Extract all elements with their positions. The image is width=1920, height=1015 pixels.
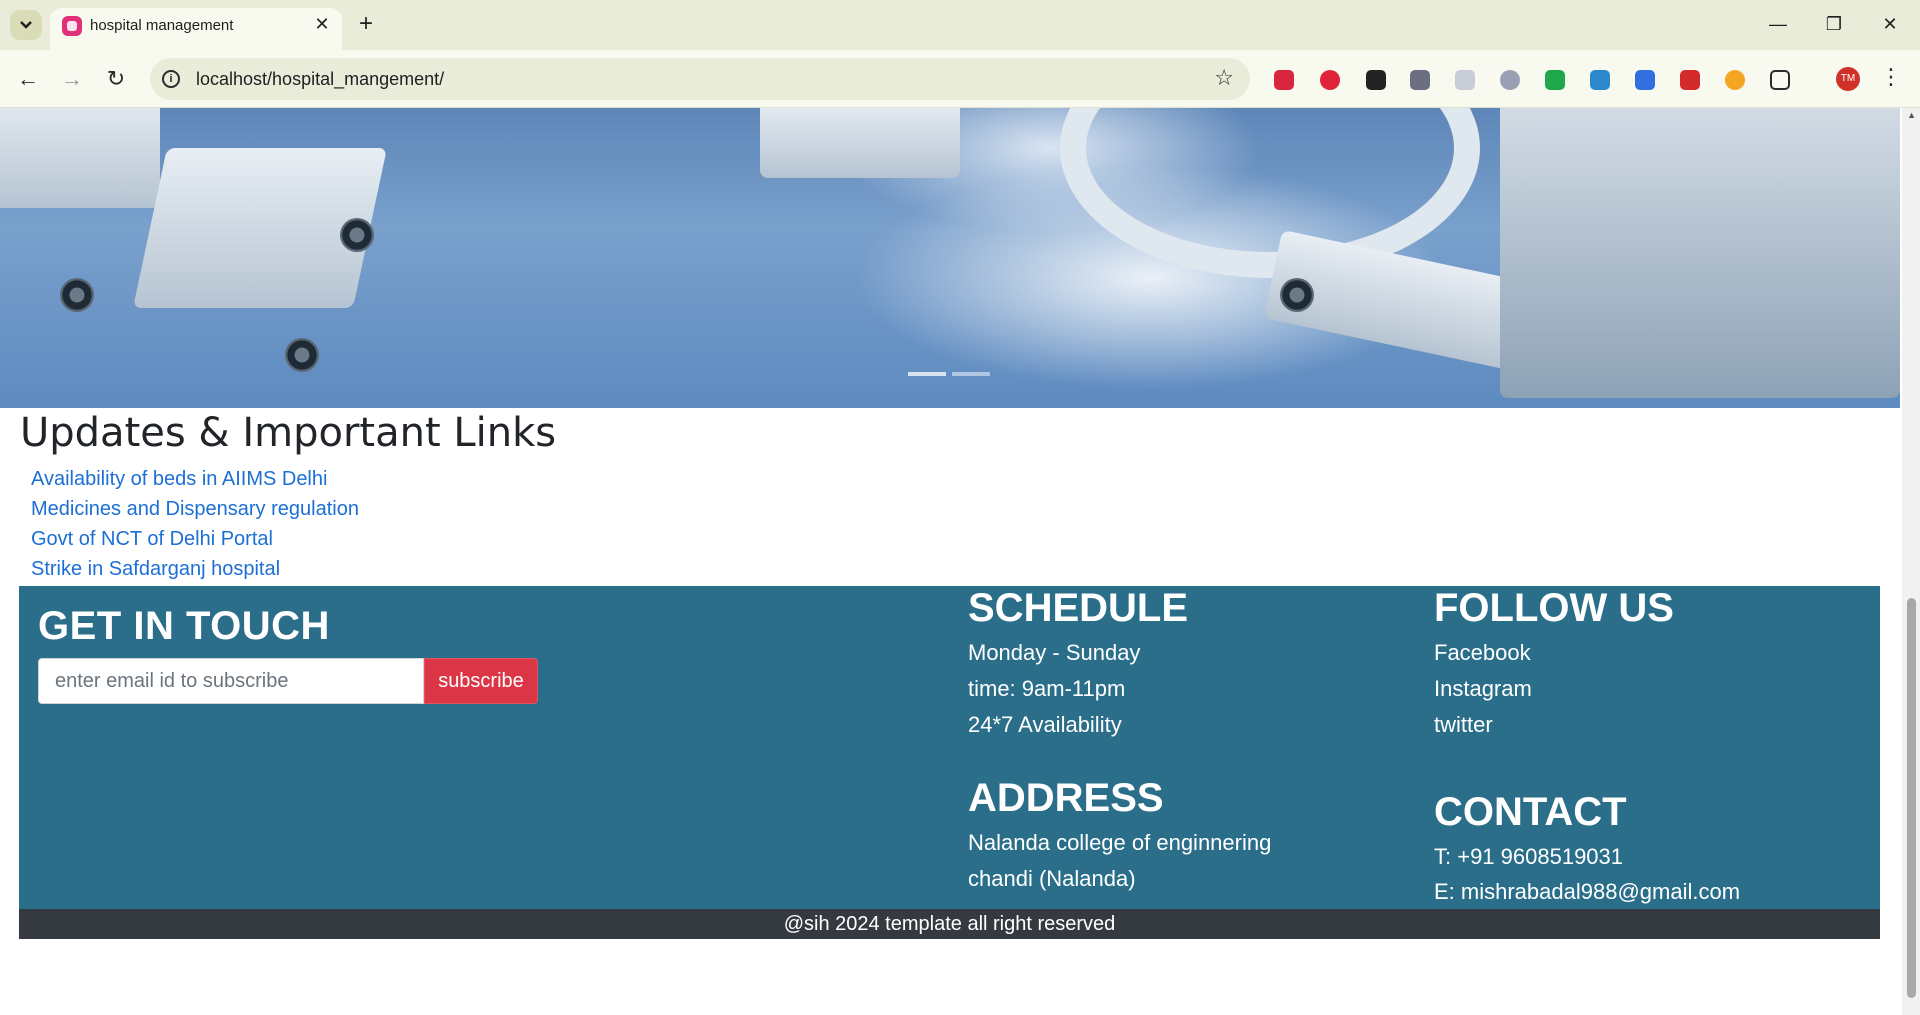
browser-toolbar: ← → ↻ i localhost/hospital_mangement/ ☆ … <box>0 50 1920 108</box>
list-item: Strike in Safdarganj hospital <box>31 558 359 588</box>
new-tab-button[interactable]: + <box>352 10 380 38</box>
follow-us-heading: FOLLOW US <box>1434 586 1674 630</box>
schedule-availability: 24*7 Availability <box>968 712 1122 737</box>
browser-tab[interactable]: hospital management ✕ <box>50 8 342 50</box>
equipment-cart <box>1500 108 1900 398</box>
extension-pdf-icon[interactable] <box>1680 70 1700 90</box>
link-medicines-regulation[interactable]: Medicines and Dispensary regulation <box>31 498 359 520</box>
schedule-days: Monday - Sunday <box>968 640 1141 665</box>
chevron-down-icon <box>20 21 32 29</box>
machine-wheel <box>1280 278 1314 312</box>
site-favicon-icon <box>62 16 82 36</box>
contact-email: E: mishrabadal988@gmail.com <box>1434 879 1741 904</box>
instagram-link[interactable]: Instagram <box>1434 676 1532 702</box>
carousel-indicator-2[interactable] <box>952 372 990 376</box>
extension-sun-icon[interactable] <box>1725 70 1745 90</box>
link-safdarganj-strike[interactable]: Strike in Safdarganj hospital <box>31 558 280 580</box>
tab-title: hospital management <box>90 17 234 34</box>
extension-bluetooth-icon[interactable] <box>1410 70 1430 90</box>
address-heading: ADDRESS <box>968 776 1164 820</box>
browser-menu-icon[interactable]: ⋮ <box>1880 64 1902 90</box>
extension-eyedropper-icon[interactable] <box>1366 70 1386 90</box>
contact-heading: CONTACT <box>1434 790 1627 834</box>
subscribe-email-input[interactable] <box>38 658 424 704</box>
forward-arrow-icon[interactable]: → <box>56 63 88 95</box>
monitor-equipment <box>0 108 160 208</box>
extensions-puzzle-icon[interactable] <box>1770 70 1790 90</box>
extension-phone-icon[interactable] <box>1635 70 1655 90</box>
bed-wheel <box>285 338 319 372</box>
carousel-indicator-1[interactable] <box>908 372 946 376</box>
extension-record-icon[interactable] <box>1320 70 1340 90</box>
reload-icon[interactable]: ↻ <box>100 63 132 95</box>
extension-shield-icon[interactable] <box>1500 70 1520 90</box>
link-aiims-beds[interactable]: Availability of beds in AIIMS Delhi <box>31 468 327 490</box>
scrollbar-thumb[interactable] <box>1907 598 1916 998</box>
subscribe-button[interactable]: subscribe <box>424 658 538 704</box>
extension-video-icon[interactable] <box>1274 70 1294 90</box>
copyright-bar: @sih 2024 template all right reserved <box>19 909 1880 939</box>
schedule-heading: SCHEDULE <box>968 586 1189 630</box>
extension-puzzle-color-icon[interactable] <box>1590 70 1610 90</box>
get-in-touch-heading: GET IN TOUCH <box>38 604 330 648</box>
restore-icon[interactable]: ❐ <box>1812 8 1856 40</box>
bed-wheel <box>340 218 374 252</box>
address-line-2: chandi (Nalanda) <box>968 866 1136 891</box>
facebook-link[interactable]: Facebook <box>1434 640 1531 666</box>
bookmark-star-icon[interactable]: ☆ <box>1214 65 1234 91</box>
list-item: Availability of beds in AIIMS Delhi <box>31 468 359 498</box>
link-delhi-portal[interactable]: Govt of NCT of Delhi Portal <box>31 528 273 550</box>
profile-avatar[interactable]: TM <box>1836 67 1860 91</box>
c-arm-machine <box>1060 108 1480 278</box>
list-item: Medicines and Dispensary regulation <box>31 498 359 528</box>
close-tab-icon[interactable]: ✕ <box>310 12 334 36</box>
back-arrow-icon[interactable]: ← <box>12 63 44 95</box>
tab-search-button[interactable] <box>10 10 42 40</box>
list-item: Govt of NCT of Delhi Portal <box>31 528 359 558</box>
hero-carousel-image <box>0 108 1900 408</box>
important-links-list: Availability of beds in AIIMS Delhi Medi… <box>31 468 359 588</box>
address-bar[interactable]: i localhost/hospital_mangement/ ☆ <box>150 58 1250 100</box>
address-line-1: Nalanda college of enginnering <box>968 830 1272 855</box>
bed-wheel <box>60 278 94 312</box>
scroll-up-arrow-icon[interactable]: ▲ <box>1907 110 1916 120</box>
updates-heading: Updates & Important Links <box>20 410 557 456</box>
window-close-icon[interactable]: ✕ <box>1868 8 1912 40</box>
site-footer: GET IN TOUCH subscribe SCHEDULE Monday -… <box>19 586 1880 909</box>
operating-table <box>760 108 960 178</box>
page-viewport: Updates & Important Links Availability o… <box>0 108 1920 1015</box>
contact-phone: T: +91 9608519031 <box>1434 844 1624 869</box>
site-info-icon[interactable]: i <box>162 70 180 88</box>
browser-tab-bar: hospital management ✕ + — ❐ ✕ <box>0 0 1920 50</box>
twitter-link[interactable]: twitter <box>1434 712 1493 738</box>
extension-leaf-icon[interactable] <box>1545 70 1565 90</box>
page-scrollbar[interactable]: ▲ <box>1902 108 1920 1015</box>
url-text[interactable]: localhost/hospital_mangement/ <box>196 69 444 90</box>
schedule-time: time: 9am-11pm <box>968 676 1126 701</box>
extension-window-icon[interactable] <box>1455 70 1475 90</box>
minimize-icon[interactable]: — <box>1756 8 1800 40</box>
